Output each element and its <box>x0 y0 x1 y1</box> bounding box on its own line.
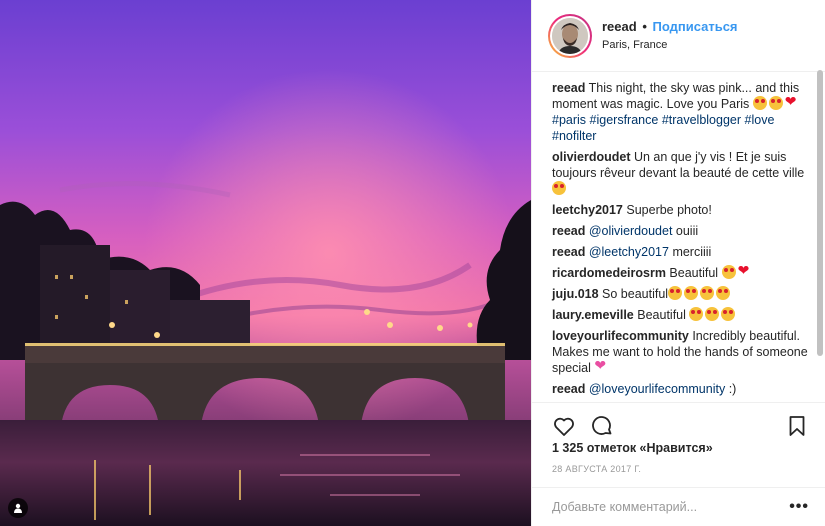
follow-button[interactable]: Подписаться <box>653 19 738 34</box>
emoji-heart-eyes-icon <box>700 286 715 300</box>
comment-item: reead @olivierdoudet ouiii <box>552 223 809 239</box>
comment-username[interactable]: loveyourlifecommunity <box>552 329 689 343</box>
emoji-heart-eyes-icon <box>552 181 566 195</box>
person-icon <box>14 503 22 513</box>
comment-item: loveyourlifecommunity Incredibly beautif… <box>552 328 809 376</box>
hashtag-link[interactable]: #travelblogger <box>662 113 741 127</box>
comment-bubble-icon[interactable] <box>590 414 614 438</box>
comment-text: So beautiful <box>602 287 669 301</box>
comment-username[interactable]: reead <box>552 224 585 238</box>
comment-username[interactable]: reead <box>552 382 585 396</box>
comment-item: laury.emeville Beautiful <box>552 307 809 323</box>
more-options-button[interactable]: ••• <box>789 498 809 516</box>
emoji-grin-icon <box>752 96 767 110</box>
post-side-panel: reead • Подписаться Paris, France reead … <box>531 0 825 526</box>
comment-caption: reead This night, the sky was pink... an… <box>552 80 809 144</box>
comment-username[interactable]: olivierdoudet <box>552 150 630 164</box>
comment-text: merciiii <box>672 245 712 259</box>
comment-username[interactable]: reead <box>552 81 585 95</box>
heart-outline-icon[interactable] <box>552 414 576 438</box>
comment-item: olivierdoudet Un an que j'y vis ! Et je … <box>552 149 809 197</box>
avatar-portrait <box>552 17 588 54</box>
emoji-heart-eyes-icon <box>684 286 699 300</box>
hashtag-link[interactable]: #paris <box>552 113 586 127</box>
emoji-heart-eyes-icon <box>716 286 731 300</box>
mention-link[interactable]: @leetchy2017 <box>589 245 669 259</box>
post-header: reead • Подписаться Paris, France <box>532 0 825 72</box>
comment-username[interactable]: reead <box>552 245 585 259</box>
hashtag-link[interactable]: #igersfrance <box>590 113 659 127</box>
comment-username[interactable]: leetchy2017 <box>552 203 623 217</box>
post-actions <box>532 402 825 440</box>
post-username[interactable]: reead <box>602 19 637 34</box>
emoji-heart-icon <box>738 263 752 279</box>
comment-username[interactable]: juju.018 <box>552 287 599 301</box>
emoji-sparkle-heart-icon <box>594 358 608 374</box>
post-location[interactable]: Paris, France <box>602 38 738 52</box>
paris-bridge-photo <box>0 0 531 526</box>
comment-username[interactable]: laury.emeville <box>552 308 634 322</box>
comment-text: Beautiful <box>669 266 719 280</box>
comment-username[interactable]: ricardomedeirosrm <box>552 266 666 280</box>
emoji-heart-eyes-icon <box>721 307 736 321</box>
comment-item: reead @leetchy2017 merciiii <box>552 244 809 260</box>
comment-item: leetchy2017 Superbe photo! <box>552 202 809 218</box>
post-date[interactable]: 28 августа 2017 г. <box>552 464 641 474</box>
mention-link[interactable]: @loveyourlifecommunity <box>589 382 725 396</box>
tagged-users-button[interactable] <box>8 498 28 518</box>
emoji-heart-eyes-icon <box>705 307 720 321</box>
comment-item: ricardomedeirosrm Beautiful <box>552 263 809 281</box>
comment-text: Beautiful <box>637 308 686 322</box>
avatar <box>552 17 588 54</box>
bookmark-icon[interactable] <box>785 414 809 438</box>
header-separator: • <box>642 19 647 34</box>
add-comment-bar: ••• <box>532 487 825 526</box>
comment-item: juju.018 So beautiful <box>552 286 809 302</box>
mention-link[interactable]: @olivierdoudet <box>589 224 673 238</box>
emoji-heart-eyes-icon <box>721 265 736 279</box>
comment-text: :) <box>728 382 737 396</box>
comments-scrollbar[interactable] <box>817 70 823 356</box>
comment-input[interactable] <box>552 500 790 514</box>
comment-item: reead @loveyourlifecommunity :) <box>552 381 809 397</box>
likes-count[interactable]: 1 325 отметок «Нравится» <box>552 441 713 455</box>
comment-text: Superbe photo! <box>626 203 712 217</box>
comments-list: reead This night, the sky was pink... an… <box>532 72 825 402</box>
comment-text: ouiii <box>675 224 699 238</box>
emoji-heart-icon <box>785 94 799 110</box>
emoji-heart-eyes-icon <box>668 286 683 300</box>
hashtag-link[interactable]: #nofilter <box>552 129 596 143</box>
emoji-heart-eyes-icon <box>689 307 704 321</box>
emoji-wink-icon <box>768 96 783 110</box>
post-photo[interactable] <box>0 0 531 526</box>
hashtag-link[interactable]: #love <box>745 113 775 127</box>
avatar-story-ring[interactable] <box>548 13 592 58</box>
